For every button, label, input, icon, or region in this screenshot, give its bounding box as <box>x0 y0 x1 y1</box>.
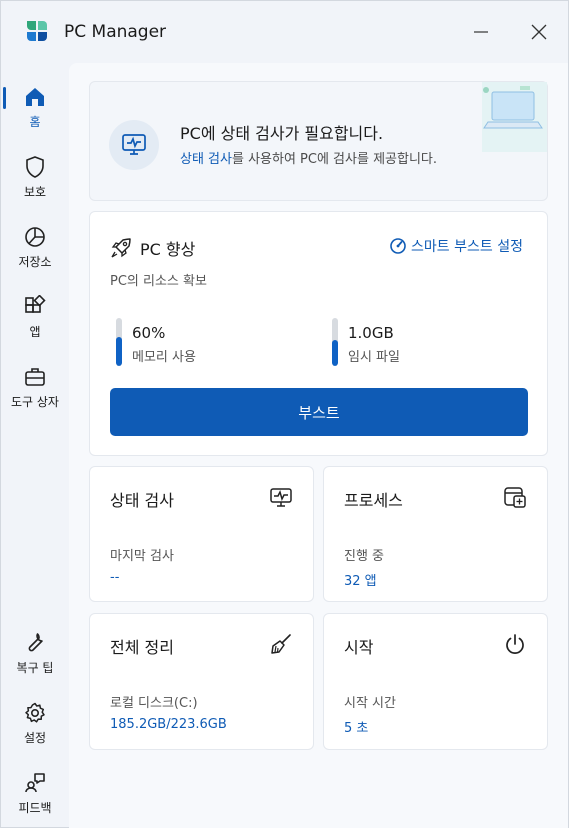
smart-boost-label: 스마트 부스트 설정 <box>411 239 523 255</box>
memory-usage-value: 60% <box>132 324 166 342</box>
wrench-icon <box>28 633 43 652</box>
temp-files-bar <box>332 318 338 366</box>
boost-button[interactable]: 부스트 <box>110 388 528 436</box>
sidebar-item-label: 앱 <box>29 325 41 339</box>
close-button[interactable] <box>521 15 557 49</box>
temp-files-value: 1.0GB <box>348 324 394 342</box>
tile-label: 마지막 검사 <box>110 549 174 564</box>
health-monitor-icon <box>122 134 146 155</box>
app-title: PC Manager <box>64 22 167 42</box>
temp-files-fill <box>332 340 338 366</box>
minimize-icon <box>474 31 488 33</box>
sidebar-item-feedback[interactable]: 피드백 <box>1 753 69 819</box>
sidebar-item-label: 홈 <box>29 115 41 129</box>
sidebar-item-storage[interactable]: 저장소 <box>1 207 69 273</box>
startup-tile[interactable]: 시작 시작 시간 5 초 <box>323 613 548 750</box>
gear-icon <box>25 702 45 723</box>
health-check-banner[interactable]: PC에 상태 검사가 필요합니다. 상태 검사를 사용하여 PC에 검사를 제공… <box>89 81 548 201</box>
temp-files-meter: 1.0GB 임시 파일 <box>326 318 476 368</box>
sidebar: 홈 보호 저장소 앱 도구 상자 복구 팁 설정 피드백 <box>1 63 69 828</box>
tile-value: 5 초 <box>344 721 369 736</box>
shield-icon <box>26 156 44 178</box>
home-icon <box>26 88 44 106</box>
broom-icon <box>271 634 291 654</box>
sidebar-item-label: 저장소 <box>18 255 52 269</box>
tile-title: 시작 <box>344 638 374 657</box>
cleanup-tile[interactable]: 전체 정리 로컬 디스크(C:) 185.2GB/223.6GB <box>89 613 314 750</box>
sidebar-item-toolbox[interactable]: 도구 상자 <box>1 347 69 413</box>
boost-title-text: PC 향상 <box>140 240 196 259</box>
temp-files-label: 임시 파일 <box>348 350 400 365</box>
process-tile[interactable]: 프로세스 진행 중 32 앱 <box>323 466 548 602</box>
main-content: PC에 상태 검사가 필요합니다. 상태 검사를 사용하여 PC에 검사를 제공… <box>69 63 568 828</box>
sidebar-item-label: 도구 상자 <box>11 395 59 409</box>
memory-usage-label: 메모리 사용 <box>132 350 196 365</box>
minimize-button[interactable] <box>463 15 499 49</box>
sidebar-item-label: 복구 팁 <box>16 661 54 675</box>
rocket-icon <box>111 238 131 258</box>
pc-manager-logo-icon <box>27 21 47 41</box>
apps-icon <box>25 295 46 313</box>
tile-title: 전체 정리 <box>110 638 174 657</box>
close-icon <box>531 24 547 40</box>
pie-chart-icon <box>25 227 45 247</box>
tile-label: 로컬 디스크(C:) <box>110 696 198 711</box>
power-icon <box>506 634 524 654</box>
sidebar-item-label: 피드백 <box>18 801 52 815</box>
boost-subtitle: PC의 리소스 확보 <box>110 274 207 289</box>
tile-value: 185.2GB/223.6GB <box>110 717 227 732</box>
memory-usage-meter: 60% 메모리 사용 <box>110 318 260 368</box>
pc-boost-card: PC 향상 스마트 부스트 설정 PC의 리소스 확보 60% 메모리 사용 1… <box>89 211 548 456</box>
health-check-tile[interactable]: 상태 검사 마지막 검사 -- <box>89 466 314 602</box>
sidebar-item-label: 보호 <box>23 185 47 199</box>
sidebar-item-settings[interactable]: 설정 <box>1 683 69 749</box>
boost-title: PC 향상 <box>110 236 195 260</box>
banner-subtitle: 상태 검사를 사용하여 PC에 검사를 제공합니다. <box>180 148 437 167</box>
tile-label: 시작 시간 <box>344 696 396 711</box>
speedometer-icon <box>390 238 406 254</box>
banner-title: PC에 상태 검사가 필요합니다. <box>180 124 384 143</box>
tile-value: -- <box>110 570 120 585</box>
title-bar: PC Manager <box>1 1 568 63</box>
tile-title: 프로세스 <box>344 491 403 510</box>
sidebar-item-label: 설정 <box>23 731 47 745</box>
sidebar-item-home[interactable]: 홈 <box>1 67 69 133</box>
tile-title: 상태 검사 <box>110 491 174 510</box>
health-check-link[interactable]: 상태 검사 <box>180 152 232 167</box>
toolbox-icon <box>25 368 45 386</box>
smart-boost-settings-link[interactable]: 스마트 부스트 설정 <box>389 236 523 256</box>
feedback-icon <box>25 773 45 793</box>
sidebar-item-repair-tips[interactable]: 복구 팁 <box>1 613 69 679</box>
tile-label: 진행 중 <box>344 549 385 564</box>
memory-usage-fill <box>116 337 122 366</box>
banner-subtitle-text: 를 사용하여 PC에 검사를 제공합니다. <box>231 152 438 167</box>
health-monitor-icon <box>270 488 292 507</box>
health-monitor-badge <box>109 120 159 170</box>
tile-value: 32 앱 <box>344 574 377 589</box>
process-icon <box>504 487 526 508</box>
memory-usage-bar <box>116 318 122 366</box>
app-window: PC Manager 홈 보호 저장소 앱 도구 상자 복구 팁 설정 피드백 … <box>0 0 569 828</box>
laptop-illustration-icon <box>482 82 547 152</box>
sidebar-item-protection[interactable]: 보호 <box>1 137 69 203</box>
sidebar-item-apps[interactable]: 앱 <box>1 277 69 343</box>
